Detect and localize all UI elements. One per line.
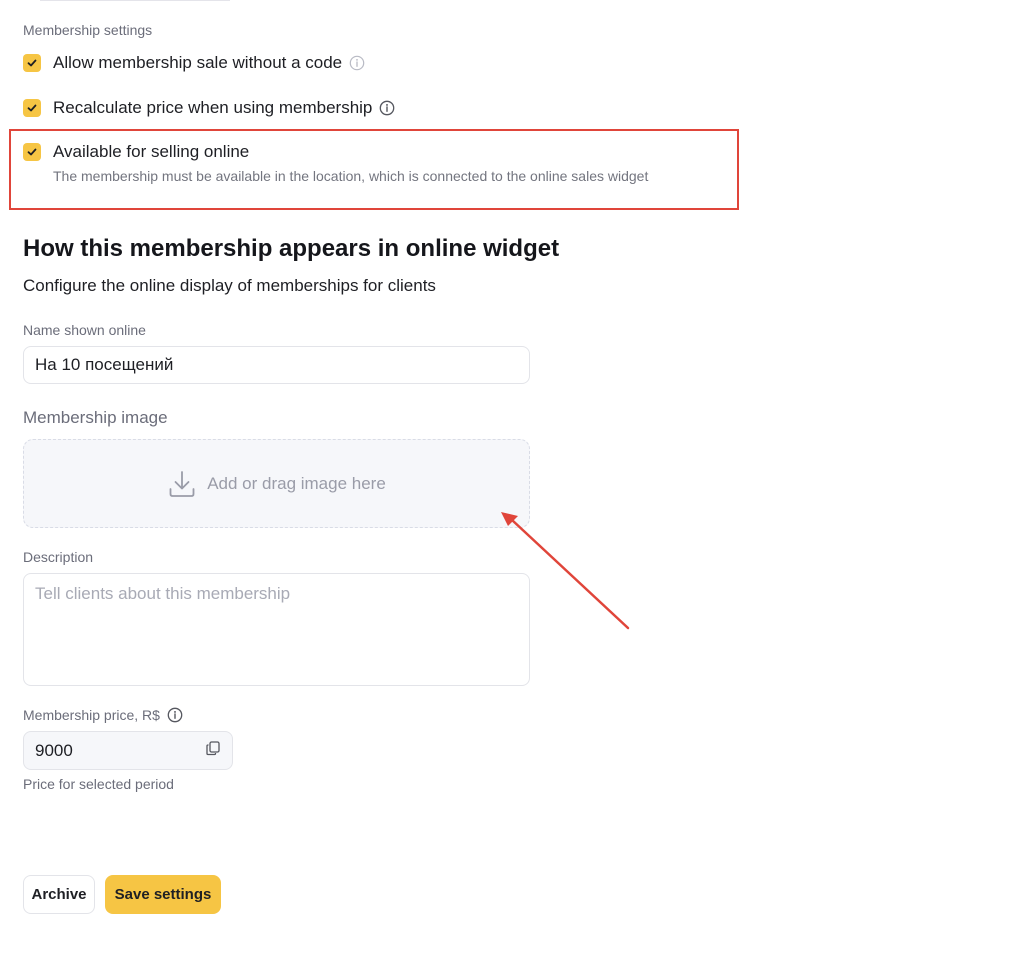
description-placeholder: Tell clients about this membership [35,584,291,603]
option-label: Allow membership sale without a code [53,53,343,72]
info-icon[interactable] [349,55,365,71]
checkbox-checked-icon[interactable] [23,54,41,72]
download-icon [169,470,195,497]
section-label: Membership settings [23,22,153,38]
archive-button[interactable]: Archive [23,875,95,914]
info-icon[interactable] [379,100,395,116]
membership-settings-page: Membership settings Allow membership sal… [0,0,1024,954]
checkbox-checked-icon[interactable] [23,99,41,117]
divider [40,0,230,1]
dropzone-placeholder: Add or drag image here [207,473,386,493]
description-textarea[interactable]: Tell clients about this membership [23,573,530,686]
name-online-value: На 10 посещений [35,355,174,374]
price-hint: Price for selected period [23,776,174,792]
section-title: How this membership appears in online wi… [23,235,560,262]
membership-image-label: Membership image [23,408,168,427]
image-dropzone[interactable]: Add or drag image here [23,439,530,528]
option-recalculate-price[interactable]: Recalculate price when using membership [23,98,395,118]
price-value: 9000 [35,740,73,760]
info-icon[interactable] [167,707,183,723]
price-label: Membership price, R$ [23,707,160,723]
description-label: Description [23,549,94,565]
save-settings-button[interactable]: Save settings [105,875,221,914]
name-online-label: Name shown online [23,322,146,338]
name-online-input[interactable]: На 10 посещений [23,346,530,384]
copy-icon[interactable] [205,740,221,761]
section-subtitle: Configure the online display of membersh… [23,276,436,295]
annotation-highlight-box [9,129,739,210]
price-label-row: Membership price, R$ [23,707,183,723]
option-label: Recalculate price when using membership [53,98,373,117]
price-input[interactable]: 9000 [23,731,233,770]
option-sale-without-code[interactable]: Allow membership sale without a code [23,53,365,73]
